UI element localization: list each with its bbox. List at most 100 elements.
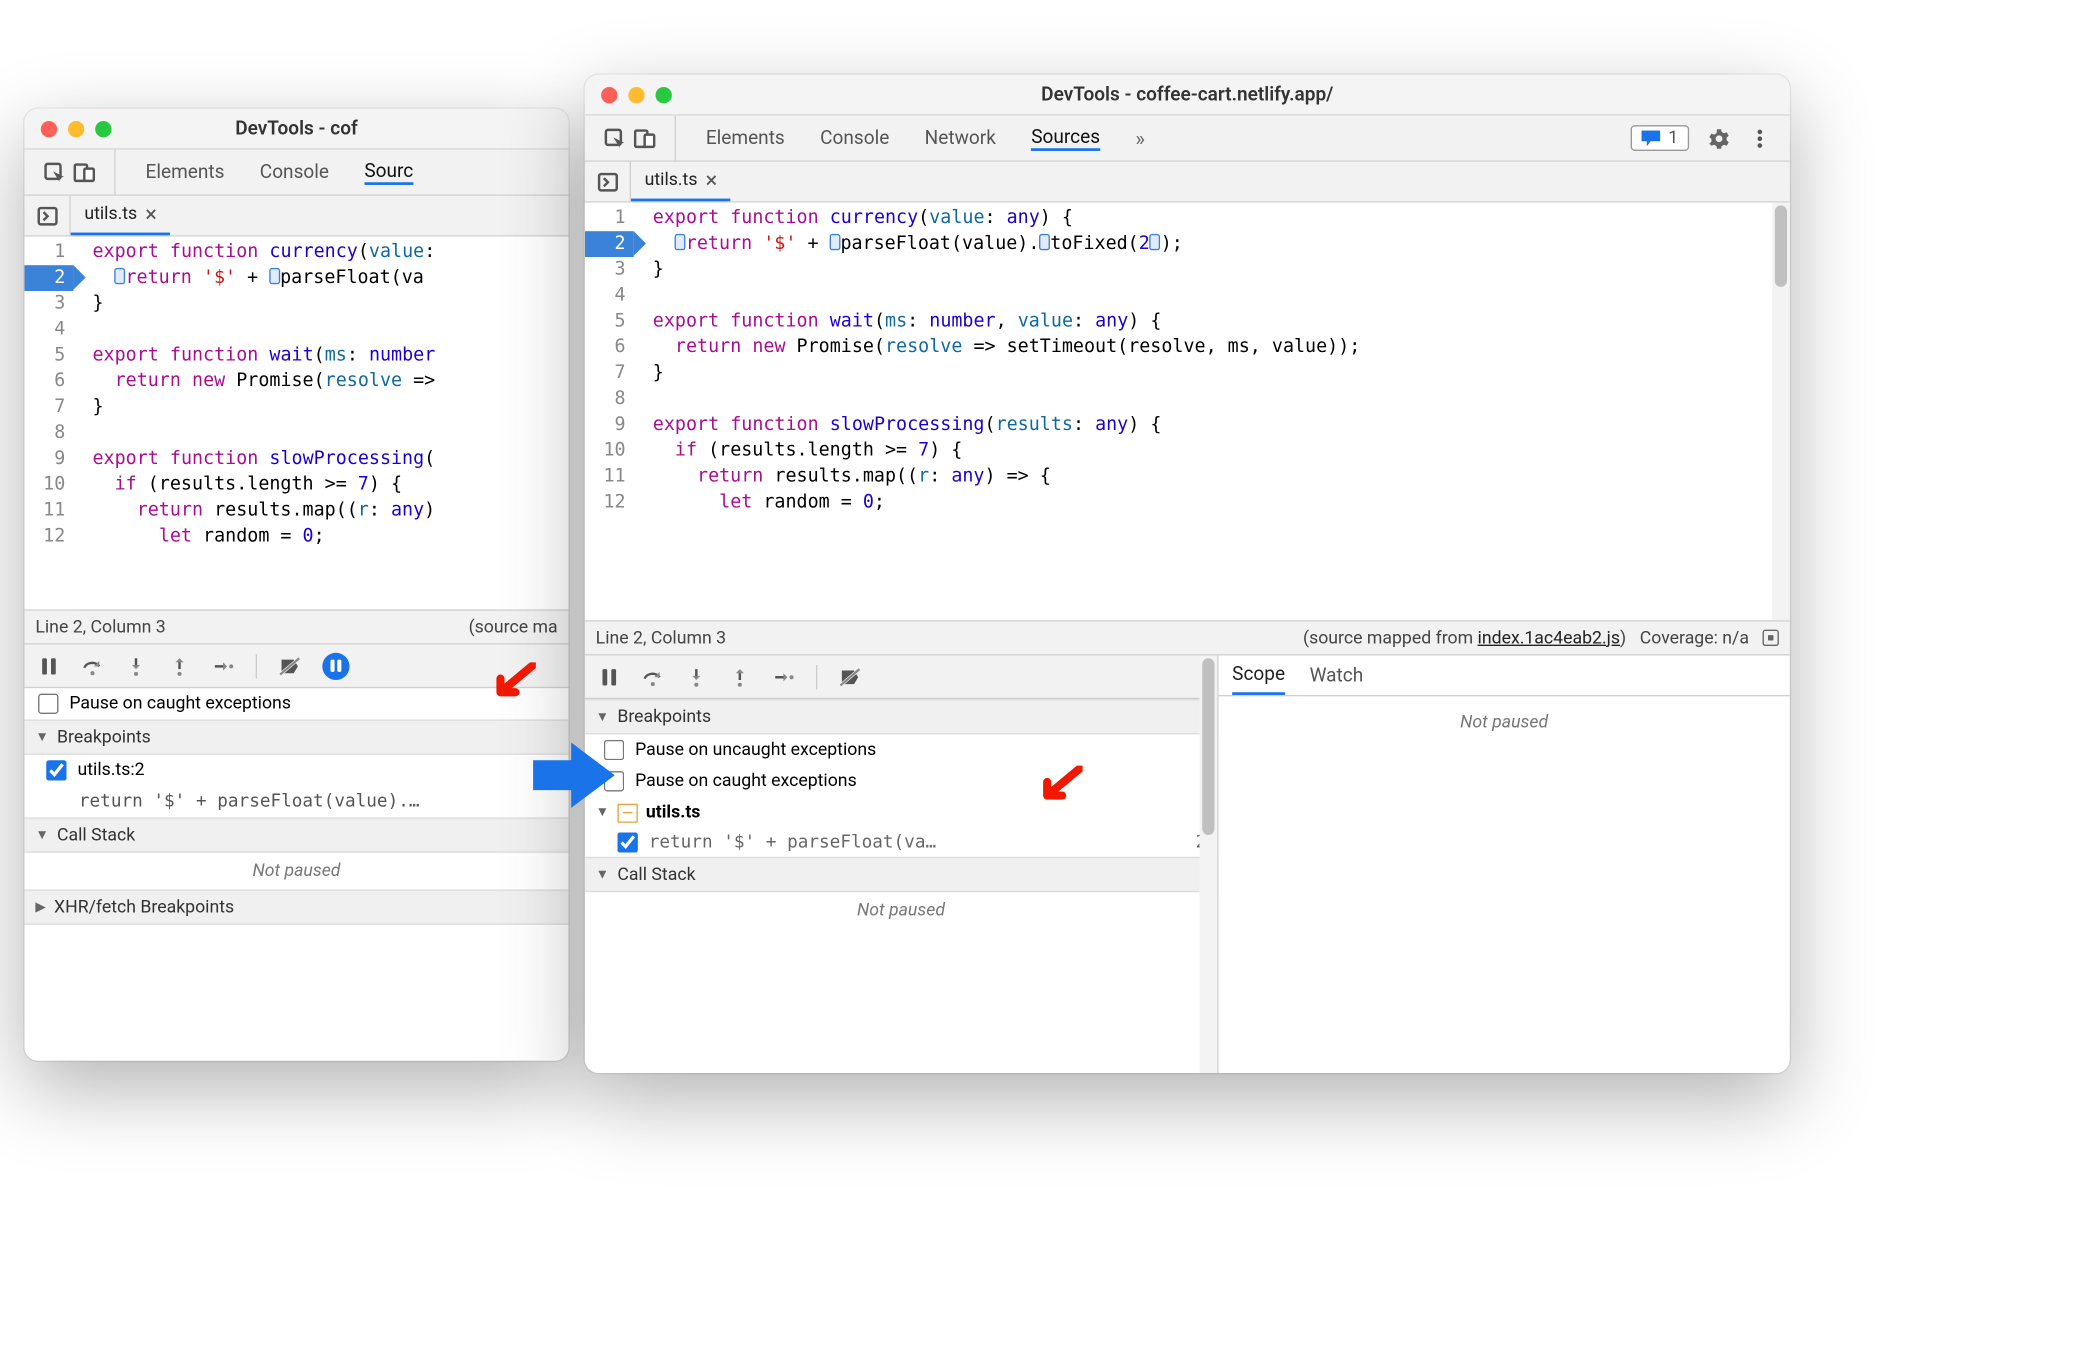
tab-sources[interactable]: Sourc bbox=[364, 160, 413, 184]
chevron-right-icon: ▶ bbox=[35, 900, 45, 915]
kebab-menu-icon[interactable] bbox=[1749, 127, 1771, 149]
coverage-label: Coverage: n/a bbox=[1640, 628, 1749, 648]
tab-elements[interactable]: Elements bbox=[706, 127, 785, 149]
breakpoints-header[interactable]: ▼ Breakpoints bbox=[24, 719, 568, 754]
pause-caught-label: Pause on caught exceptions bbox=[69, 694, 291, 714]
file-tab-utils[interactable]: utils.ts × bbox=[71, 196, 171, 235]
breakpoint-filename: utils.ts bbox=[646, 802, 701, 822]
chevron-down-icon: ▼ bbox=[596, 867, 609, 882]
step-out-icon[interactable] bbox=[169, 655, 191, 677]
inspect-element-icon[interactable] bbox=[44, 161, 66, 183]
breakpoint-file-row[interactable]: ▼ utils.ts bbox=[585, 797, 1217, 828]
chevron-down-icon: ▼ bbox=[596, 709, 609, 724]
breakpoint-line-row[interactable]: return '$' + parseFloat(va… 2 bbox=[585, 828, 1217, 857]
breakpoint-checkbox[interactable] bbox=[617, 832, 637, 852]
gear-icon[interactable] bbox=[1708, 127, 1730, 149]
scrollbar[interactable] bbox=[1200, 656, 1218, 1074]
maximize-icon[interactable] bbox=[95, 120, 111, 136]
transition-arrow-icon bbox=[530, 740, 617, 811]
pause-caught-label: Pause on caught exceptions bbox=[635, 771, 857, 791]
breakpoint-snippet: return '$' + parseFloat(value).… bbox=[24, 786, 568, 817]
code-editor[interactable]: 1234 5678 9101112 export function curren… bbox=[585, 203, 1790, 621]
inspect-element-icon[interactable] bbox=[604, 127, 626, 149]
xhr-breakpoints-header[interactable]: ▶ XHR/fetch Breakpoints bbox=[24, 889, 568, 924]
maximize-icon[interactable] bbox=[656, 86, 672, 102]
code-content: export function currency(value: any) { r… bbox=[634, 203, 1361, 621]
deactivate-breakpoints-icon[interactable] bbox=[279, 655, 301, 677]
tab-elements[interactable]: Elements bbox=[146, 161, 225, 183]
callstack-header[interactable]: ▼ Call Stack bbox=[24, 817, 568, 852]
step-over-icon[interactable] bbox=[642, 666, 664, 688]
close-icon[interactable]: × bbox=[145, 201, 157, 227]
step-over-icon[interactable] bbox=[82, 655, 104, 677]
editor-status: Line 2, Column 3 (source mapped from ind… bbox=[585, 620, 1790, 655]
tab-watch[interactable]: Watch bbox=[1310, 656, 1364, 695]
scope-watch-tabs: Scope Watch bbox=[1219, 656, 1790, 697]
red-callout-arrow-icon bbox=[1042, 766, 1083, 801]
more-tabs-icon[interactable]: » bbox=[1135, 126, 1139, 150]
main-toolbar: Elements Console Sourc bbox=[24, 150, 568, 196]
show-navigator-icon[interactable] bbox=[585, 162, 631, 201]
file-tab-utils[interactable]: utils.ts × bbox=[631, 162, 731, 201]
breakpoints-header[interactable]: ▼ Breakpoints bbox=[585, 699, 1217, 734]
close-icon[interactable] bbox=[601, 86, 617, 102]
step-icon[interactable] bbox=[212, 655, 234, 677]
window-title: DevTools - coffee-cart.netlify.app/ bbox=[585, 84, 1790, 106]
tab-console[interactable]: Console bbox=[260, 161, 329, 183]
breakpoint-location: utils.ts:2 bbox=[78, 760, 145, 780]
close-icon[interactable] bbox=[41, 120, 57, 136]
step-icon[interactable] bbox=[772, 666, 794, 688]
devtools-window-left: DevTools - cof Elements Console Sourc ut… bbox=[24, 109, 568, 1061]
not-paused-label: Not paused bbox=[1219, 704, 1790, 741]
debugger-controls bbox=[585, 656, 1217, 700]
deactivate-breakpoints-icon[interactable] bbox=[839, 666, 861, 688]
red-callout-arrow-icon bbox=[495, 662, 536, 697]
file-tab-label: utils.ts bbox=[84, 204, 137, 224]
device-toggle-icon[interactable] bbox=[73, 161, 95, 183]
issues-badge[interactable]: 1 bbox=[1630, 125, 1689, 151]
source-map-info: (source mapped from index.1ac4eab2.js) bbox=[1303, 628, 1626, 648]
device-toggle-icon[interactable] bbox=[634, 127, 656, 149]
editor-status: Line 2, Column 3 (source ma bbox=[24, 609, 568, 644]
breakpoint-checkbox[interactable] bbox=[46, 760, 66, 780]
minimize-icon[interactable] bbox=[628, 86, 644, 102]
close-icon[interactable]: × bbox=[706, 167, 718, 193]
step-into-icon[interactable] bbox=[125, 655, 147, 677]
show-details-icon[interactable] bbox=[1763, 630, 1779, 646]
minimize-icon[interactable] bbox=[68, 120, 84, 136]
issues-count: 1 bbox=[1668, 128, 1678, 148]
file-tabbar: utils.ts × bbox=[24, 196, 568, 237]
cursor-position: Line 2, Column 3 bbox=[35, 617, 165, 637]
typescript-file-icon bbox=[617, 803, 637, 822]
devtools-window-right: DevTools - coffee-cart.netlify.app/ Elem… bbox=[585, 75, 1790, 1073]
chevron-down-icon: ▼ bbox=[35, 828, 48, 843]
step-out-icon[interactable] bbox=[729, 666, 751, 688]
titlebar[interactable]: DevTools - cof bbox=[24, 109, 568, 150]
issues-icon bbox=[1641, 130, 1660, 146]
file-tabbar: utils.ts × bbox=[585, 162, 1790, 203]
tab-scope[interactable]: Scope bbox=[1232, 656, 1285, 695]
debugger-controls bbox=[24, 645, 568, 689]
pause-uncaught-label: Pause on uncaught exceptions bbox=[635, 740, 876, 760]
not-paused-label: Not paused bbox=[585, 892, 1217, 929]
show-navigator-icon[interactable] bbox=[24, 196, 70, 235]
debugger-left-panel: ▼ Breakpoints Pause on uncaught exceptio… bbox=[585, 656, 1219, 1074]
not-paused-label: Not paused bbox=[24, 853, 568, 890]
titlebar[interactable]: DevTools - coffee-cart.netlify.app/ bbox=[585, 75, 1790, 116]
scrollbar[interactable] bbox=[1772, 203, 1790, 621]
source-map-info-cut: (source ma bbox=[469, 617, 558, 637]
cursor-position: Line 2, Column 3 bbox=[596, 628, 726, 648]
tab-network[interactable]: Network bbox=[925, 127, 996, 149]
code-content: export function currency(value: return '… bbox=[73, 237, 435, 610]
pause-on-exceptions-icon[interactable] bbox=[322, 652, 349, 679]
pause-icon[interactable] bbox=[598, 666, 620, 688]
code-editor[interactable]: 1234 5678 9101112 export function curren… bbox=[24, 237, 568, 610]
pause-caught-checkbox[interactable] bbox=[38, 694, 58, 714]
tab-console[interactable]: Console bbox=[820, 127, 889, 149]
tab-sources[interactable]: Sources bbox=[1031, 126, 1100, 150]
step-into-icon[interactable] bbox=[685, 666, 707, 688]
mapped-file-link[interactable]: index.1ac4eab2.js bbox=[1478, 628, 1620, 648]
callstack-header[interactable]: ▼ Call Stack bbox=[585, 857, 1217, 892]
file-tab-label: utils.ts bbox=[645, 170, 698, 190]
pause-icon[interactable] bbox=[38, 655, 60, 677]
